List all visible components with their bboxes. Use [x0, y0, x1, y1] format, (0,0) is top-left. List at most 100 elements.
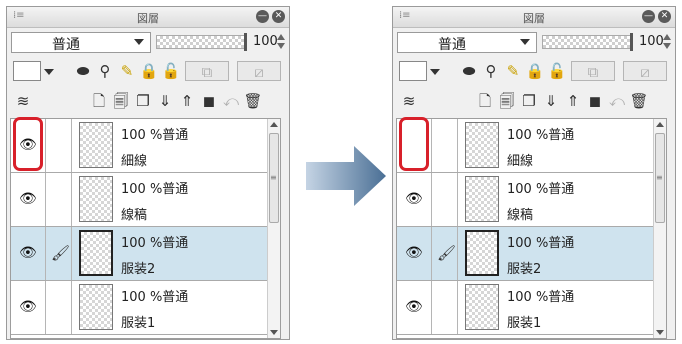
layer-color-swatch[interactable] [399, 61, 427, 81]
lock-icon[interactable]: 🔒 [139, 61, 159, 81]
chevron-down-icon[interactable] [44, 69, 54, 75]
minimize-icon[interactable]: — [256, 10, 269, 23]
layer-thumbnail [79, 284, 113, 330]
opacity-spinner[interactable] [277, 34, 285, 50]
merge-visible-icon[interactable]: ⇑ [177, 91, 197, 111]
layer-name[interactable]: 服装1 [507, 312, 541, 331]
opacity-slider-handle[interactable] [630, 33, 633, 51]
apply-mask-icon[interactable]: ◼ [199, 91, 219, 111]
opacity-slider[interactable] [156, 33, 247, 51]
new-raster-layer-icon[interactable]: 🗋 [89, 91, 109, 111]
layer-row[interactable]: 👁 100 %普通 服装1 [397, 281, 654, 335]
layer-name[interactable]: 服装2 [507, 258, 541, 277]
layer-name[interactable]: 線稿 [121, 204, 147, 223]
layer-row-selected[interactable]: 👁 🖌 100 %普通 服装2 [11, 227, 268, 281]
eye-icon[interactable]: 👁 [19, 299, 37, 315]
scroll-down-icon[interactable] [656, 330, 664, 335]
layer-color-swatch[interactable] [13, 61, 41, 81]
trash-icon[interactable]: 🗑 [629, 91, 649, 111]
layer-row[interactable]: 👁 100 %普通 線稿 [11, 173, 268, 227]
merge-down-icon[interactable]: ⇓ [541, 91, 561, 111]
new-folder-icon[interactable]: ❐ [133, 91, 153, 111]
eye-icon[interactable]: 👁 [405, 191, 423, 207]
layer-thumbnail [79, 230, 113, 276]
scroll-grip-icon: ≡ [270, 173, 277, 182]
new-vector-layer-icon[interactable]: 🗐 [497, 91, 517, 111]
layer-name[interactable]: 服装1 [121, 312, 155, 331]
layer-row-selected[interactable]: 👁 🖌 100 %普通 服装2 [397, 227, 654, 281]
layer-thumbnail [79, 122, 113, 168]
close-icon[interactable]: ✕ [272, 10, 285, 23]
apply-mask-icon[interactable]: ◼ [585, 91, 605, 111]
brush-icon: 🖌 [437, 244, 457, 262]
merge-visible-icon[interactable]: ⇑ [563, 91, 583, 111]
chevron-down-icon[interactable] [430, 69, 440, 75]
new-folder-icon[interactable]: ❐ [519, 91, 539, 111]
layer-status: 100 %普通 [507, 128, 575, 143]
layer-status: 100 %普通 [507, 182, 575, 197]
layer-thumbnail [465, 284, 499, 330]
panel-titlebar[interactable]: ⁞≡ 図層 — ✕ [393, 7, 675, 28]
blend-mode-value: 普通 [438, 37, 466, 53]
draft-layer-icon[interactable]: ⧉ [571, 61, 615, 81]
layer-list: 👁 100 %普通 細線 👁 100 %普通 線稿 👁 🖌 100 %普通 服装… [10, 118, 281, 339]
paste-icon[interactable]: ⤺ [607, 91, 627, 111]
close-icon[interactable]: ✕ [658, 10, 671, 23]
brush-icon: 🖌 [51, 244, 71, 262]
panel-title: 図層 [523, 12, 545, 25]
opacity-slider[interactable] [542, 33, 633, 51]
layer-row[interactable]: 👁 100 %普通 服装1 [11, 281, 268, 335]
eye-icon[interactable]: 👁 [405, 245, 423, 261]
blend-mode-select[interactable]: 普通 [11, 32, 151, 53]
layer-row[interactable]: 👁 100 %普通 線稿 [397, 173, 654, 227]
spin-down-icon[interactable] [663, 43, 671, 49]
panel-title: 図層 [137, 12, 159, 25]
panel-titlebar[interactable]: ⁞≡ 図層 — ✕ [7, 7, 289, 28]
spin-down-icon[interactable] [277, 43, 285, 49]
spin-up-icon[interactable] [663, 34, 671, 40]
new-vector-layer-icon[interactable]: 🗐 [111, 91, 131, 111]
eye-icon[interactable]: 👁 [19, 245, 37, 261]
new-raster-layer-icon[interactable]: 🗋 [475, 91, 495, 111]
paste-icon[interactable]: ⤺ [221, 91, 241, 111]
layer-status: 100 %普通 [121, 182, 189, 197]
layer-row[interactable]: 100 %普通 細線 [397, 119, 654, 173]
spin-up-icon[interactable] [277, 34, 285, 40]
reference-layer-icon[interactable]: ⧄ [623, 61, 667, 81]
clip-icon[interactable]: ⚲ [481, 61, 501, 81]
merge-down-icon[interactable]: ⇓ [155, 91, 175, 111]
layer-name[interactable]: 細線 [507, 150, 533, 169]
layer-name[interactable]: 服装2 [121, 258, 155, 277]
layer-stack-icon[interactable]: ≋ [13, 91, 33, 111]
lock-alpha-icon[interactable]: 🔓 [161, 61, 181, 81]
lock-icon[interactable]: 🔒 [525, 61, 545, 81]
trash-icon[interactable]: 🗑 [243, 91, 263, 111]
reference-layer-icon[interactable]: ⧄ [237, 61, 281, 81]
eye-icon[interactable]: 👁 [19, 191, 37, 207]
clip-icon[interactable]: ⚲ [95, 61, 115, 81]
layer-scrollbar[interactable]: ≡ [653, 119, 666, 338]
layer-name[interactable]: 線稿 [507, 204, 533, 223]
opacity-value[interactable]: 100 [639, 34, 664, 49]
scroll-up-icon[interactable] [270, 122, 278, 127]
layer-stack-icon[interactable]: ≋ [399, 91, 419, 111]
opacity-slider-handle[interactable] [244, 33, 247, 51]
layer-thumbnail [465, 230, 499, 276]
blend-mode-select[interactable]: 普通 [397, 32, 537, 53]
reference-pen-icon[interactable]: ✎ [503, 61, 523, 81]
layer-name[interactable]: 細線 [121, 150, 147, 169]
opacity-spinner[interactable] [663, 34, 671, 50]
draft-layer-icon[interactable]: ⧉ [185, 61, 229, 81]
eye-icon[interactable]: 👁 [405, 299, 423, 315]
layer-row[interactable]: 👁 100 %普通 細線 [11, 119, 268, 173]
mask-layer-icon[interactable]: ⬬ [73, 61, 93, 81]
mask-layer-icon[interactable]: ⬬ [459, 61, 479, 81]
scroll-up-icon[interactable] [656, 122, 664, 127]
opacity-value[interactable]: 100 [253, 34, 278, 49]
layer-scrollbar[interactable]: ≡ [267, 119, 280, 338]
reference-pen-icon[interactable]: ✎ [117, 61, 137, 81]
scroll-down-icon[interactable] [270, 330, 278, 335]
layer-status: 100 %普通 [507, 290, 575, 305]
minimize-icon[interactable]: — [642, 10, 655, 23]
lock-alpha-icon[interactable]: 🔓 [547, 61, 567, 81]
